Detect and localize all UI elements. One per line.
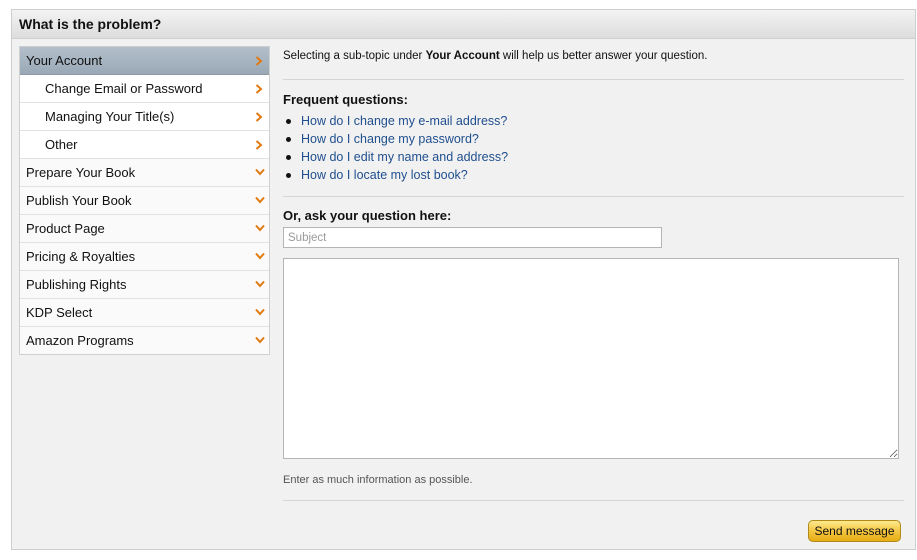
sidebar-item-label: Change Email or Password: [45, 81, 203, 96]
chevron-down-icon: [255, 159, 265, 186]
sidebar-item[interactable]: Other: [20, 131, 269, 159]
sidebar-item[interactable]: Pricing & Royalties: [20, 243, 269, 271]
divider: [283, 79, 904, 80]
chevron-right-icon: [255, 47, 265, 74]
message-textarea[interactable]: [283, 258, 899, 459]
intro-topic: Your Account: [425, 50, 500, 62]
ask-title: Or, ask your question here:: [283, 208, 452, 223]
faq-item: How do I change my password?: [283, 130, 904, 148]
divider: [283, 196, 904, 197]
send-message-button[interactable]: Send message: [808, 520, 901, 542]
chevron-right-icon: [255, 131, 265, 158]
sidebar-item-label: Amazon Programs: [26, 333, 134, 348]
chevron-down-icon: [255, 215, 265, 242]
chevron-right-icon: [255, 75, 265, 102]
chevron-down-icon: [255, 299, 265, 326]
intro-text: Selecting a sub-topic under Your Account…: [283, 48, 904, 64]
faq-link[interactable]: How do I edit my name and address?: [301, 150, 508, 164]
sidebar-item-label: Other: [45, 137, 78, 152]
intro-prefix: Selecting a sub-topic under: [283, 50, 426, 62]
chevron-down-icon: [255, 271, 265, 298]
sidebar-item[interactable]: Publish Your Book: [20, 187, 269, 215]
sidebar-item[interactable]: Managing Your Title(s): [20, 103, 269, 131]
chevron-down-icon: [255, 187, 265, 214]
faq-link[interactable]: How do I locate my lost book?: [301, 168, 468, 182]
sidebar-item[interactable]: Product Page: [20, 215, 269, 243]
faq-item: How do I locate my lost book?: [283, 166, 904, 184]
sidebar-item[interactable]: Your Account: [20, 47, 269, 75]
faq-list: How do I change my e-mail address? How do…: [283, 112, 904, 184]
topic-sidebar: Your Account Change Email or Password Mana…: [19, 46, 270, 355]
content-area: Selecting a sub-topic under Your Account…: [283, 46, 904, 542]
sidebar-item-label: Publishing Rights: [26, 277, 127, 292]
faq-item: How do I edit my name and address?: [283, 148, 904, 166]
hint-text: Enter as much information as possible.: [283, 474, 473, 486]
sidebar-item[interactable]: Publishing Rights: [20, 271, 269, 299]
chevron-down-icon: [255, 243, 265, 270]
sidebar-item-label: KDP Select: [26, 305, 93, 320]
sidebar-item[interactable]: KDP Select: [20, 299, 269, 327]
sidebar-item-label: Managing Your Title(s): [45, 109, 175, 124]
divider: [283, 500, 904, 501]
problem-panel: What is the problem? Your Account Change …: [11, 9, 916, 550]
faq-title: Frequent questions:: [283, 92, 408, 107]
faq-link[interactable]: How do I change my e-mail address?: [301, 114, 507, 128]
sidebar-item[interactable]: Prepare Your Book: [20, 159, 269, 187]
chevron-down-icon: [255, 327, 265, 354]
faq-link[interactable]: How do I change my password?: [301, 132, 479, 146]
sidebar-item-label: Publish Your Book: [26, 193, 132, 208]
sidebar-item-label: Prepare Your Book: [26, 165, 136, 180]
sidebar-item-label: Your Account: [26, 53, 103, 68]
panel-title: What is the problem?: [12, 10, 915, 39]
sidebar-item-label: Product Page: [26, 221, 105, 236]
sidebar-item-label: Pricing & Royalties: [26, 249, 136, 264]
subject-input[interactable]: [283, 227, 662, 248]
intro-suffix: will help us better answer your question…: [499, 50, 708, 62]
sidebar-item[interactable]: Change Email or Password: [20, 75, 269, 103]
chevron-right-icon: [255, 103, 265, 130]
sidebar-item[interactable]: Amazon Programs: [20, 327, 269, 354]
faq-item: How do I change my e-mail address?: [283, 112, 904, 130]
